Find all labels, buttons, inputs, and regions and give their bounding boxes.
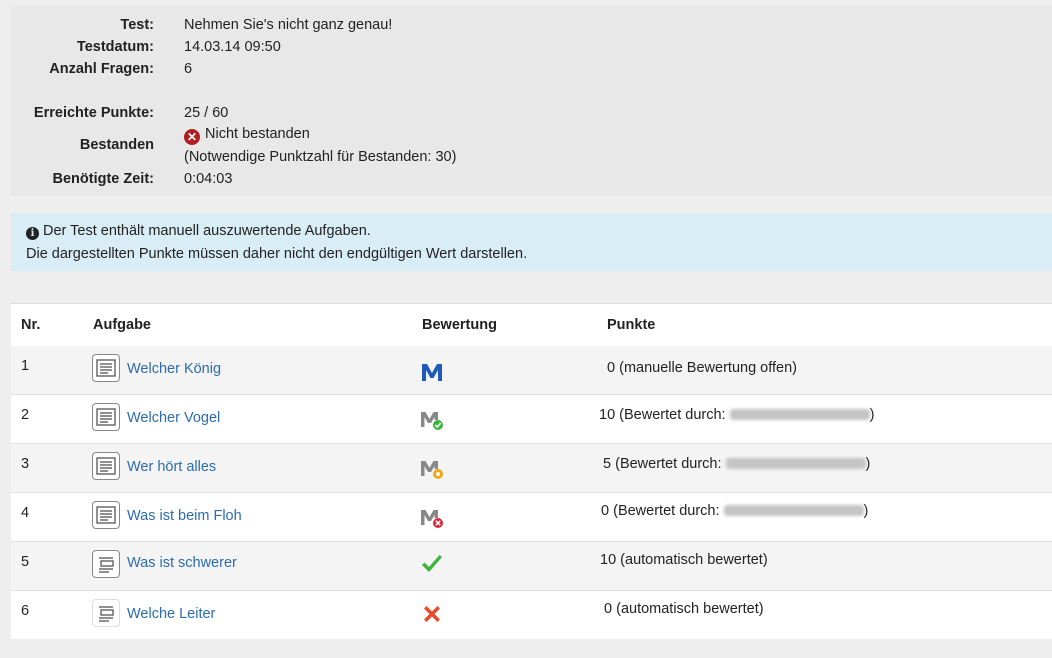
test-label: Test: (120, 17, 154, 33)
rated-by-redacted (725, 458, 866, 469)
time-label: Benötigte Zeit: (52, 171, 155, 187)
question-link[interactable]: Was ist beim Floh (127, 508, 242, 524)
text-question-icon (92, 354, 120, 382)
rated-by-redacted (729, 409, 870, 420)
row-nr: 6 (21, 603, 30, 619)
passed-note: (Notwendige Punktzahl für Bestanden: 30) (184, 149, 457, 165)
header-points: Punkte (607, 317, 656, 333)
manual-partial-icon (420, 457, 444, 481)
failed-icon: ✕ (184, 129, 200, 145)
row-nr: 5 (21, 554, 30, 570)
question-link[interactable]: Was ist schwerer (127, 555, 237, 571)
summary-row-date: Testdatum: 14.03.14 09:50 (11, 39, 1052, 61)
info-text-1: Der Test enthält manuell auszuwertende A… (43, 223, 371, 239)
info-icon: i (26, 227, 39, 240)
table-row: 6 Welche Leiter 0 (automatisch bewertet) (11, 591, 1052, 639)
test-summary-panel: Test: Nehmen Sie's nicht ganz genau! Tes… (11, 6, 1052, 196)
row-points: 0 (manuelle Bewertung offen) (607, 360, 797, 376)
row-points: 0 (Bewertet durch: ) (601, 503, 869, 519)
header-nr: Nr. (21, 317, 41, 333)
question-link[interactable]: Wer hört alles (127, 459, 216, 475)
table-row: 2 Welcher Vogel 10 (Bewertet durch: ) (11, 395, 1052, 444)
passed-value: ✕ Nicht bestanden (184, 126, 310, 145)
row-nr: 2 (21, 407, 30, 423)
row-points: 10 (automatisch bewertet) (600, 552, 768, 568)
question-link[interactable]: Welcher Vogel (127, 410, 220, 426)
passed-value-text: Nicht bestanden (205, 126, 310, 142)
table-header: Nr. Aufgabe Bewertung Punkte (11, 303, 1052, 347)
points-value: 25 / 60 (184, 105, 229, 121)
row-nr: 1 (21, 358, 30, 374)
text-question-icon (92, 403, 120, 431)
header-task: Aufgabe (93, 317, 151, 333)
time-value: 0:04:03 (184, 171, 233, 187)
questions-label: Anzahl Fragen: (49, 61, 154, 77)
text-question-icon (92, 501, 120, 529)
rated-by-redacted (723, 505, 864, 516)
row-nr: 4 (21, 505, 30, 521)
row-nr: 3 (21, 456, 30, 472)
ordering-question-icon (92, 599, 120, 627)
info-alert: i Der Test enthält manuell auszuwertende … (11, 213, 1052, 271)
test-value: Nehmen Sie's nicht ganz genau! (184, 17, 393, 33)
date-label: Testdatum: (76, 39, 154, 55)
question-link[interactable]: Welcher König (127, 361, 221, 377)
manual-fail-icon (420, 506, 444, 530)
summary-row-test: Test: Nehmen Sie's nicht ganz genau! (11, 17, 1052, 39)
cross-icon (420, 602, 444, 626)
info-line-1: i Der Test enthält manuell auszuwertende … (26, 223, 371, 240)
check-icon (420, 552, 444, 576)
summary-passed-note-row: (Notwendige Punktzahl für Bestanden: 30) (11, 149, 1052, 171)
row-points: 0 (automatisch bewertet) (604, 601, 764, 617)
text-question-icon (92, 452, 120, 480)
manual-pass-icon (420, 408, 444, 432)
points-label: Erreichte Punkte: (33, 105, 154, 121)
summary-row-time: Benötigte Zeit: 0:04:03 (11, 171, 1052, 193)
date-value: 14.03.14 09:50 (184, 39, 281, 55)
table-row: 1 Welcher König 0 (manuelle Bewertung of… (11, 346, 1052, 395)
questions-value: 6 (184, 61, 193, 77)
table-row: 3 Wer hört alles 5 (Bewertet durch: ) (11, 444, 1052, 493)
summary-passed-value-row: ✕ Nicht bestanden (11, 126, 1052, 148)
header-rating: Bewertung (422, 317, 497, 333)
table-row: 5 Was ist schwerer 10 (automatisch bewer… (11, 542, 1052, 591)
table-row: 4 Was ist beim Floh 0 (Bewertet durch: ) (11, 493, 1052, 542)
row-points: 5 (Bewertet durch: ) (603, 456, 871, 472)
ordering-question-icon (92, 550, 120, 578)
question-link[interactable]: Welche Leiter (127, 606, 215, 622)
summary-row-questions: Anzahl Fragen: 6 (11, 61, 1052, 83)
info-line-2: Die dargestellten Punkte müssen daher ni… (26, 246, 528, 262)
manual-open-icon (420, 360, 444, 384)
row-points: 10 (Bewertet durch: ) (599, 407, 875, 423)
summary-row-points: Erreichte Punkte: 25 / 60 (11, 105, 1052, 127)
